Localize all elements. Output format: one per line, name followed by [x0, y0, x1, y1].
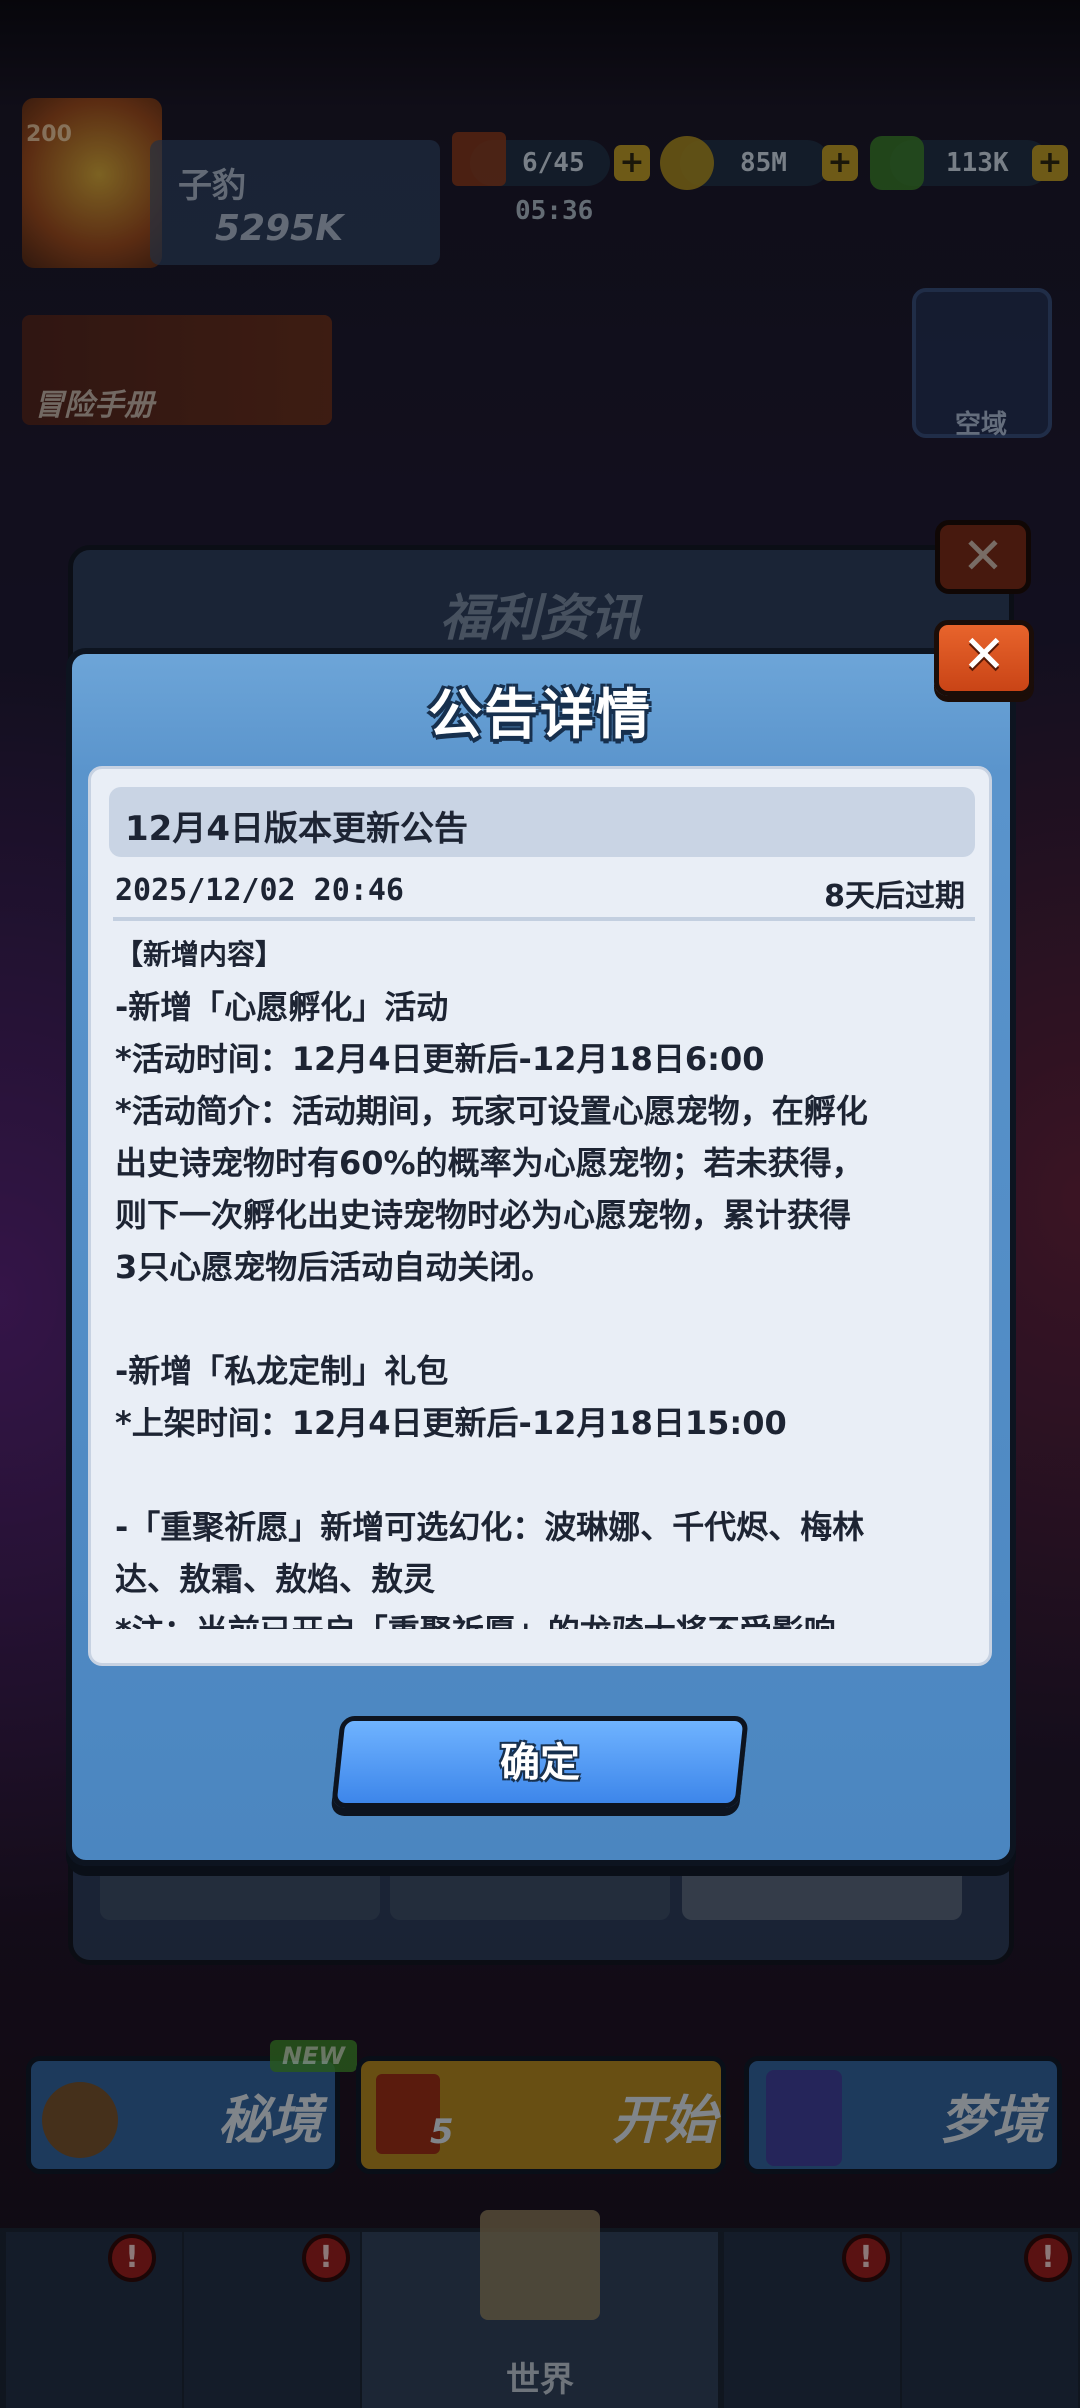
notice-title-bar: 12月4日版本更新公告 — [109, 787, 975, 857]
notice-card[interactable]: 12月4日版本更新公告 2025/12/02 20:46 8天后过期 【新增内容… — [88, 766, 992, 1666]
notice-line: 则下一次孵化出史诗宠物时必为心愿宠物，累计获得 — [115, 1196, 852, 1234]
notice-body[interactable]: 【新增内容】 -新增「心愿孵化」活动 *活动时间：12月4日更新后-12月18日6:… — [115, 929, 975, 1629]
notice-line: -「重聚祈愿」新增可选幻化：波琳娜、千代烬、梅林 — [115, 1508, 865, 1546]
notice-line — [115, 1293, 975, 1345]
notice-line: *注：当前已开启「重聚祈愿」的龙骑士将不受影响 — [115, 1605, 975, 1629]
notice-date: 2025/12/02 20:46 — [115, 873, 404, 908]
close-button[interactable]: ✕ — [934, 620, 1034, 696]
notice-line: 出史诗宠物时有60%的概率为心愿宠物；若未获得， — [115, 1144, 864, 1182]
notice-line: 3只心愿宠物后活动自动关闭。 — [115, 1248, 554, 1286]
notice-expiry: 8天后过期 — [824, 879, 965, 914]
divider — [113, 917, 975, 921]
confirm-button[interactable] — [331, 1716, 749, 1808]
notice-title: 12月4日版本更新公告 — [125, 809, 468, 849]
notice-line: 【新增内容】 — [115, 938, 284, 971]
notice-line: 达、敖霜、敖焰、敖灵 — [115, 1560, 436, 1598]
notice-line: *活动时间：12月4日更新后-12月18日6:00 — [115, 1040, 765, 1078]
notice-line: *活动简介：活动期间，玩家可设置心愿宠物，在孵化 — [115, 1092, 868, 1130]
notice-line — [115, 1449, 975, 1501]
notice-line: -新增「心愿孵化」活动 — [115, 988, 449, 1026]
modal-title: 公告详情 — [428, 683, 652, 746]
notice-line: -新增「私龙定制」礼包 — [115, 1352, 449, 1390]
notice-line: *上架时间：12月4日更新后-12月18日15:00 — [115, 1404, 787, 1442]
